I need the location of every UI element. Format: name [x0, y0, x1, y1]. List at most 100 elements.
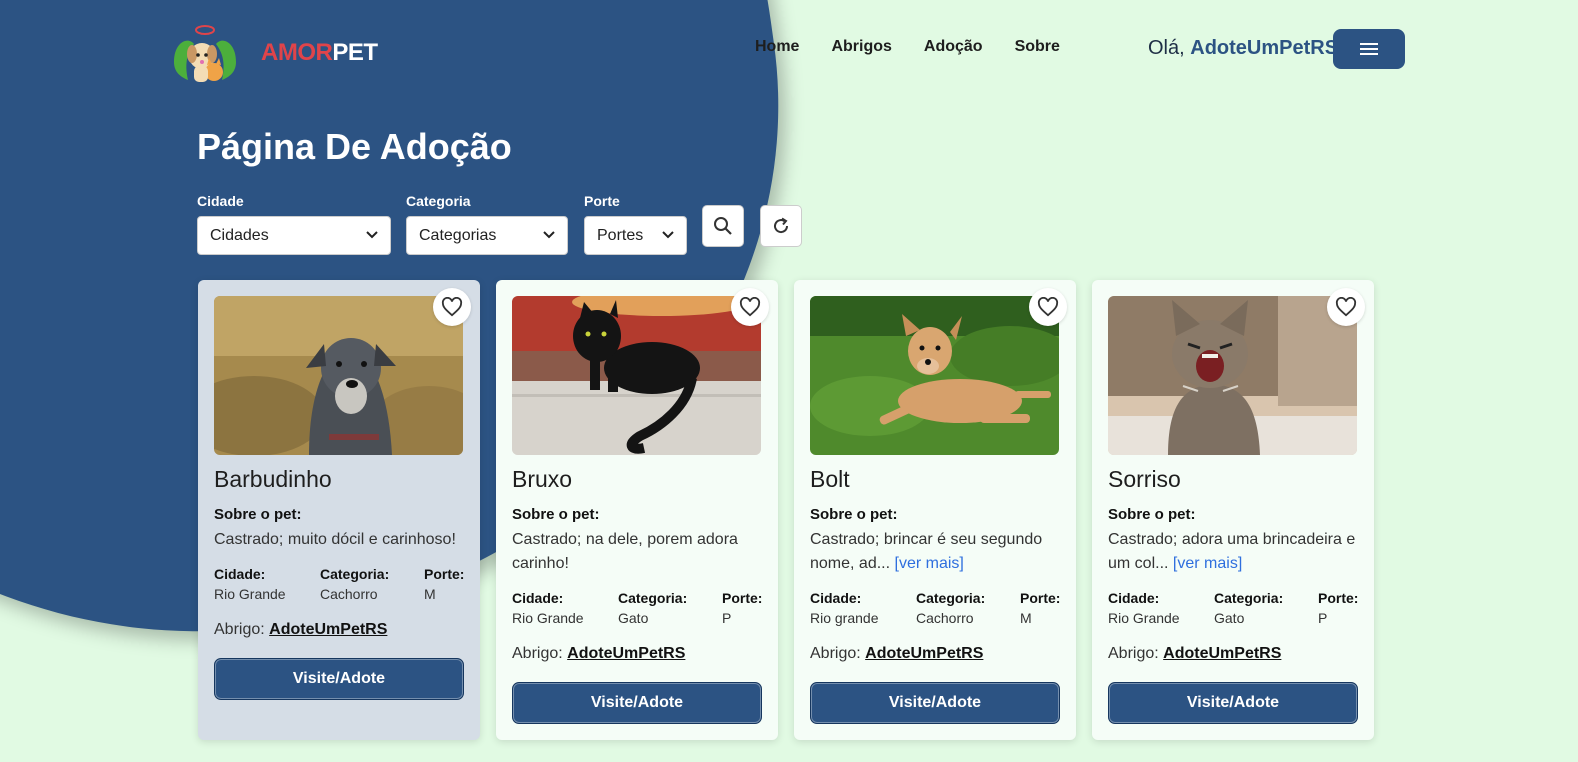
size-label: Porte: [1020, 590, 1061, 606]
shelter-link[interactable]: AdoteUmPetRS [567, 645, 685, 662]
heart-icon [441, 297, 463, 317]
nav-sobre[interactable]: Sobre [1015, 38, 1060, 56]
pet-category: Gato [1214, 610, 1245, 626]
header: AMORPET Home Abrigos Adoção Sobre Olá, A… [0, 0, 1578, 100]
pet-city: Rio Grande [1108, 610, 1180, 626]
pet-size: P [722, 610, 732, 626]
pet-description: Castrado; brincar é seu segundo nome, ad… [810, 528, 1060, 576]
pet-description: Castrado; muito dócil e carinhoso! [214, 528, 464, 552]
pet-photo [214, 296, 463, 455]
chevron-down-icon [662, 230, 674, 242]
brand-name[interactable]: AMORPET [261, 39, 378, 67]
category-label: Categoria: [916, 590, 986, 606]
adopt-button[interactable]: Visite/Adote [214, 658, 464, 700]
nav-abrigos[interactable]: Abrigos [831, 38, 891, 56]
logo[interactable] [170, 22, 240, 88]
pet-description-text: Castrado; na dele, porem adora carinho! [512, 531, 738, 572]
shelter-link[interactable]: AdoteUmPetRS [269, 621, 387, 638]
pet-city: Rio Grande [512, 610, 584, 626]
pet-card[interactable]: Bolt Sobre o pet: Castrado; brincar é se… [794, 280, 1076, 740]
user-greeting: Olá, AdoteUmPetRS [1148, 37, 1338, 60]
pet-city: Rio grande [810, 610, 879, 626]
favorite-button[interactable] [731, 288, 769, 326]
pet-description: Castrado; na dele, porem adora carinho! [512, 528, 762, 576]
pet-card[interactable]: Barbudinho Sobre o pet: Castrado; muito … [198, 280, 480, 740]
brand-part-pet: PET [332, 39, 378, 66]
favorite-button[interactable] [433, 288, 471, 326]
pet-name: Bruxo [512, 466, 573, 492]
nav-home[interactable]: Home [755, 38, 799, 56]
refresh-button[interactable] [760, 205, 802, 247]
menu-icon [1360, 43, 1378, 45]
pet-photo [512, 296, 761, 455]
city-label: Cidade: [1108, 590, 1160, 606]
shelter-link[interactable]: AdoteUmPetRS [1163, 645, 1281, 662]
pet-name: Sorriso [1108, 466, 1181, 492]
pet-card[interactable]: Sorriso Sobre o pet: Castrado; adora uma… [1092, 280, 1374, 740]
pet-shelter: Abrigo: AdoteUmPetRS [512, 645, 685, 663]
favorite-button[interactable] [1029, 288, 1067, 326]
favorite-button[interactable] [1327, 288, 1365, 326]
adopt-button[interactable]: Visite/Adote [810, 682, 1060, 724]
heart-icon [1037, 297, 1059, 317]
about-heading: Sobre o pet: [512, 506, 600, 523]
category-filter: Categoria Categorias [406, 193, 568, 255]
size-select-value: Portes [597, 226, 644, 244]
size-select[interactable]: Portes [584, 216, 687, 255]
pet-category: Gato [618, 610, 649, 626]
size-filter-label: Porte [584, 193, 620, 209]
size-filter: Porte Portes [584, 193, 687, 255]
brand-part-amor: AMOR [261, 39, 333, 66]
page-title: Página De Adoção [197, 126, 512, 167]
search-button[interactable] [702, 205, 744, 247]
pet-name: Barbudinho [214, 466, 332, 492]
pet-shelter: Abrigo: AdoteUmPetRS [810, 645, 983, 663]
see-more-link[interactable]: [ver mais] [895, 555, 964, 572]
city-filter-label: Cidade [197, 193, 244, 209]
nav-adocao[interactable]: Adoção [924, 38, 983, 56]
pet-photo [810, 296, 1059, 455]
pet-category: Cachorro [320, 586, 378, 602]
chevron-down-icon [366, 230, 378, 242]
adopt-button[interactable]: Visite/Adote [512, 682, 762, 724]
size-label: Porte: [722, 590, 763, 606]
category-filter-label: Categoria [406, 193, 471, 209]
city-select[interactable]: Cidades [197, 216, 391, 255]
about-heading: Sobre o pet: [1108, 506, 1196, 523]
category-select[interactable]: Categorias [406, 216, 568, 255]
refresh-icon [774, 217, 789, 234]
pet-category: Cachorro [916, 610, 974, 626]
shelter-label: Abrigo: [810, 645, 861, 662]
pet-card[interactable]: Bruxo Sobre o pet: Castrado; na dele, po… [496, 280, 778, 740]
pet-description: Castrado; adora uma brincadeira e um col… [1108, 528, 1358, 576]
main-nav: Home Abrigos Adoção Sobre [755, 38, 1092, 56]
category-label: Categoria: [618, 590, 688, 606]
pet-name: Bolt [810, 466, 850, 492]
heart-icon [739, 297, 761, 317]
pet-size: M [1020, 610, 1032, 626]
heart-icon [1335, 297, 1357, 317]
size-label: Porte: [424, 566, 465, 582]
shelter-label: Abrigo: [512, 645, 563, 662]
chevron-down-icon [543, 230, 555, 242]
username[interactable]: AdoteUmPetRS [1190, 37, 1338, 59]
pet-shelter: Abrigo: AdoteUmPetRS [1108, 645, 1281, 663]
about-heading: Sobre o pet: [810, 506, 898, 523]
greeting-text: Olá, [1148, 37, 1185, 59]
city-label: Cidade: [512, 590, 564, 606]
search-icon [714, 217, 732, 235]
category-label: Categoria: [1214, 590, 1284, 606]
menu-button[interactable] [1333, 29, 1405, 69]
city-label: Cidade: [810, 590, 862, 606]
city-filter: Cidade Cidades [197, 193, 391, 255]
pet-description-text: Castrado; muito dócil e carinhoso! [214, 531, 456, 548]
shelter-link[interactable]: AdoteUmPetRS [865, 645, 983, 662]
shelter-label: Abrigo: [1108, 645, 1159, 662]
city-label: Cidade: [214, 566, 266, 582]
category-label: Categoria: [320, 566, 390, 582]
pet-shelter: Abrigo: AdoteUmPetRS [214, 621, 387, 639]
shelter-label: Abrigo: [214, 621, 265, 638]
see-more-link[interactable]: [ver mais] [1173, 555, 1242, 572]
pet-size: P [1318, 610, 1328, 626]
adopt-button[interactable]: Visite/Adote [1108, 682, 1358, 724]
